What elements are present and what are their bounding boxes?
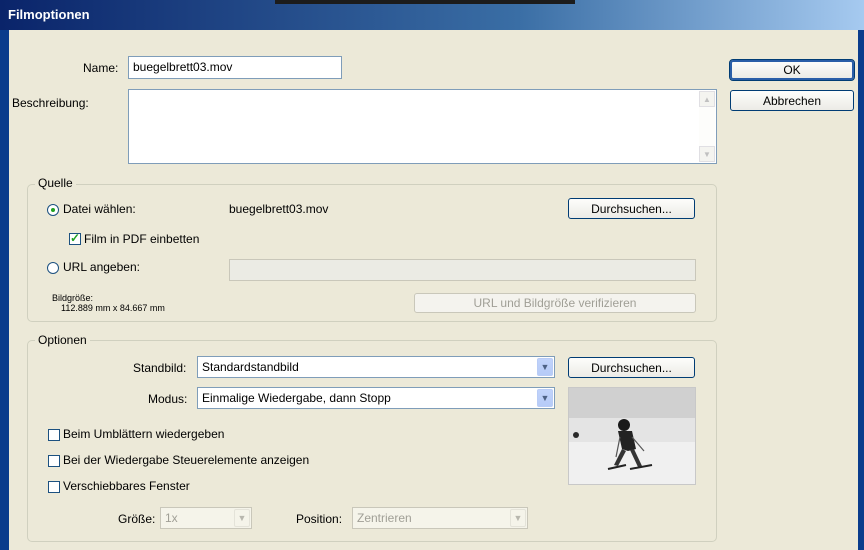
poster-label: Standbild: xyxy=(133,361,187,375)
show-controls-label[interactable]: Bei der Wiedergabe Steuerelemente anzeig… xyxy=(63,453,309,467)
floating-window-checkbox[interactable] xyxy=(48,481,60,493)
title-bar[interactable]: Filmoptionen xyxy=(0,0,864,30)
url-radio[interactable] xyxy=(47,262,59,274)
position-select[interactable]: Zentrieren ▼ xyxy=(352,507,528,529)
position-label: Position: xyxy=(296,512,343,526)
chevron-down-icon[interactable]: ▼ xyxy=(537,358,553,376)
image-size-label: Bildgröße: xyxy=(52,293,94,303)
dialog-title: Filmoptionen xyxy=(8,7,90,22)
source-browse-button[interactable]: Durchsuchen... xyxy=(568,198,695,219)
name-input-value: buegelbrett03.mov xyxy=(133,60,233,74)
description-scrollbar[interactable]: ▲ ▼ xyxy=(699,91,715,162)
embed-checkbox[interactable] xyxy=(69,231,81,245)
dialog-window: Filmoptionen Name: buegelbrett03.mov Bes… xyxy=(0,0,864,550)
chosen-file-name: buegelbrett03.mov xyxy=(229,202,329,216)
dialog-client: Name: buegelbrett03.mov Beschreibung: ▲ … xyxy=(9,30,858,550)
title-bar-strip xyxy=(275,0,575,4)
size-select[interactable]: 1x ▼ xyxy=(160,507,252,529)
url-label[interactable]: URL angeben: xyxy=(63,260,140,274)
source-group-title: Quelle xyxy=(35,176,76,190)
scroll-down-icon[interactable]: ▼ xyxy=(699,146,715,162)
play-on-turn-checkbox[interactable] xyxy=(48,429,60,441)
play-on-turn-label[interactable]: Beim Umblättern wiedergeben xyxy=(63,427,224,441)
poster-browse-button[interactable]: Durchsuchen... xyxy=(568,357,695,378)
mode-select-value: Einmalige Wiedergabe, dann Stopp xyxy=(202,391,391,405)
name-input[interactable]: buegelbrett03.mov xyxy=(128,56,342,79)
choose-file-label[interactable]: Datei wählen: xyxy=(63,202,136,216)
size-select-value: 1x xyxy=(165,511,178,525)
choose-file-radio[interactable] xyxy=(47,204,59,216)
description-label: Beschreibung: xyxy=(12,96,89,110)
show-controls-checkbox[interactable] xyxy=(48,455,60,467)
name-label: Name: xyxy=(83,61,119,75)
scroll-up-icon[interactable]: ▲ xyxy=(699,91,715,107)
window-border-left xyxy=(0,30,9,550)
poster-preview-image xyxy=(568,387,696,485)
image-size-value: 112.889 mm x 84.667 mm xyxy=(61,303,165,313)
description-textarea[interactable]: ▲ ▼ xyxy=(128,89,717,164)
verify-url-button[interactable]: URL und Bildgröße verifizieren xyxy=(414,293,696,313)
poster-select[interactable]: Standardstandbild ▼ xyxy=(197,356,555,378)
window-border-right xyxy=(858,30,864,550)
chevron-down-icon[interactable]: ▼ xyxy=(510,509,526,527)
mode-label: Modus: xyxy=(148,392,188,406)
mode-select[interactable]: Einmalige Wiedergabe, dann Stopp ▼ xyxy=(197,387,555,409)
options-group-title: Optionen xyxy=(35,333,90,347)
poster-select-value: Standardstandbild xyxy=(202,360,299,374)
position-select-value: Zentrieren xyxy=(357,511,412,525)
chevron-down-icon[interactable]: ▼ xyxy=(234,509,250,527)
embed-label[interactable]: Film in PDF einbetten xyxy=(84,232,199,246)
size-label: Größe: xyxy=(118,512,156,526)
cancel-button[interactable]: Abbrechen xyxy=(730,90,854,111)
floating-window-label[interactable]: Verschiebbares Fenster xyxy=(63,479,190,493)
ok-button[interactable]: OK xyxy=(729,59,855,81)
url-input[interactable] xyxy=(229,259,696,281)
chevron-down-icon[interactable]: ▼ xyxy=(537,389,553,407)
